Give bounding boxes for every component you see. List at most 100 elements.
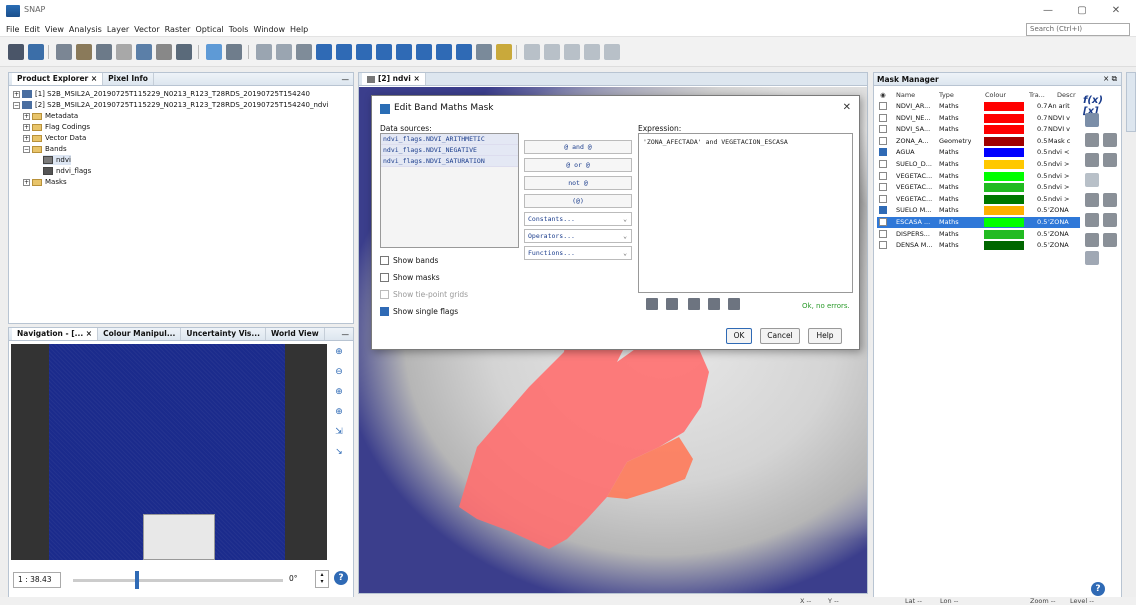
zoom-slider[interactable] <box>73 579 283 582</box>
zoom-slider-thumb[interactable] <box>135 571 139 589</box>
mask-transparency[interactable]: 0.5 <box>1037 183 1047 191</box>
polyline-drawing-icon[interactable] <box>376 44 392 60</box>
mask-transparency[interactable]: 0.7 <box>1037 114 1047 122</box>
zoom-out-icon[interactable]: ⊖ <box>333 366 345 378</box>
mask-visibility-checkbox[interactable] <box>879 160 887 168</box>
mask-colour-swatch[interactable] <box>984 229 1024 239</box>
mask-description[interactable]: ndvi > <box>1048 183 1069 191</box>
navigation-overview[interactable] <box>11 344 327 560</box>
column-description[interactable]: Descr <box>1057 91 1076 99</box>
new-mask-icon[interactable] <box>1085 113 1099 127</box>
transfer-mask-icon[interactable] <box>1085 193 1099 207</box>
menu-vector[interactable]: Vector <box>134 25 160 34</box>
save-expression-icon[interactable] <box>728 298 740 310</box>
mask-colour-swatch[interactable] <box>984 206 1024 216</box>
draw-icon[interactable] <box>496 44 512 60</box>
mask-colour-swatch[interactable] <box>984 125 1024 135</box>
panel-minimize-icon[interactable]: — <box>342 330 350 339</box>
load-expression-icon[interactable] <box>708 298 720 310</box>
intersection-mask-icon[interactable] <box>1103 153 1117 167</box>
mask-transparency[interactable]: 0.5 <box>1037 230 1047 238</box>
band-maths-icon[interactable] <box>56 44 72 60</box>
mask-name[interactable]: VEGETAC... <box>896 172 932 180</box>
mask-description[interactable]: NDVI v <box>1048 114 1070 122</box>
magic-wand-icon[interactable] <box>206 44 222 60</box>
show-masks-checkbox[interactable]: Show masks <box>380 273 440 282</box>
copy-mask-icon[interactable] <box>1085 133 1099 147</box>
clear-expression-icon[interactable] <box>666 298 678 310</box>
column-type[interactable]: Type <box>939 91 954 99</box>
mask-description[interactable]: Mask c <box>1048 137 1070 145</box>
close-icon[interactable]: ✕ <box>843 102 851 113</box>
mask-transparency[interactable]: 0.7 <box>1037 102 1047 110</box>
tree-metadata[interactable]: + Metadata <box>23 111 78 121</box>
edit-mask-icon[interactable] <box>1103 133 1117 147</box>
mask-type[interactable]: Maths <box>939 125 959 133</box>
cancel-button[interactable]: Cancel <box>760 328 800 344</box>
mask-row[interactable]: VEGETAC... Maths 0.5 ndvi > <box>877 171 1080 182</box>
scale-field[interactable]: 1 : 38.43 <box>13 572 61 588</box>
mask-colour-swatch[interactable] <box>984 136 1024 146</box>
mask-visibility-checkbox[interactable] <box>879 218 887 226</box>
menu-window[interactable]: Window <box>253 25 285 34</box>
polygon-drawing-icon[interactable] <box>416 44 432 60</box>
open-product-icon[interactable] <box>8 44 24 60</box>
tree-vector-data[interactable]: + Vector Data <box>23 133 86 143</box>
save-product-icon[interactable] <box>28 44 44 60</box>
parentheses-button[interactable]: (@) <box>524 194 632 208</box>
data-source-item[interactable]: ndvi_flags.NDVI_NEGATIVE <box>381 145 518 156</box>
panel-minimize-icon[interactable]: — <box>342 75 350 84</box>
mask-description[interactable]: NDVI v <box>1048 125 1070 133</box>
or-operator-button[interactable]: @ or @ <box>524 158 632 172</box>
mask-visibility-checkbox[interactable] <box>879 125 887 134</box>
tree-product-2[interactable]: − [2] S2B_MSIL2A_20190725T115229_N0213_R1… <box>13 100 328 110</box>
mask-type[interactable]: Maths <box>939 172 959 180</box>
mask-colour-swatch[interactable] <box>984 241 1024 251</box>
mask-row[interactable]: NDVI_AR... Maths 0.7 An arit <box>877 101 1080 112</box>
mask-row[interactable]: AGUA Maths 0.5 ndvi < <box>877 147 1080 158</box>
mask-layer-icon[interactable] <box>1103 233 1117 247</box>
flags-icon[interactable] <box>226 44 242 60</box>
mask-name[interactable]: ESCASA ... <box>896 218 930 226</box>
mask-transparency[interactable]: 0.5 <box>1037 195 1047 203</box>
tree-band-ndvi[interactable]: ndvi <box>43 155 71 165</box>
help-icon[interactable]: ? <box>1091 582 1105 596</box>
mask-description[interactable]: ndvi > <box>1048 195 1069 203</box>
column-transparency[interactable]: Tra... <box>1029 91 1045 99</box>
mask-transparency[interactable]: 0.5 <box>1037 137 1047 145</box>
column-colour[interactable]: Colour <box>985 91 1006 99</box>
column-name[interactable]: Name <box>896 91 915 99</box>
zoom-pixel-icon[interactable]: ⊕ <box>333 386 345 398</box>
mask-description[interactable]: 'ZONA <box>1048 206 1069 214</box>
mask-visibility-checkbox[interactable] <box>879 183 887 192</box>
magic-wand-mask-icon[interactable] <box>1085 251 1099 265</box>
mask-type[interactable]: Maths <box>939 148 959 156</box>
menu-optical[interactable]: Optical <box>195 25 223 34</box>
mask-transparency[interactable]: 0.7 <box>1037 125 1047 133</box>
zoom-to-mask-icon[interactable] <box>1085 233 1099 247</box>
mask-row[interactable]: ESCASA ... Maths 0.5 'ZONA <box>877 217 1080 228</box>
pin-tool-icon[interactable] <box>316 44 332 60</box>
undo-icon[interactable] <box>688 298 700 310</box>
tile-evenly-icon[interactable] <box>524 44 540 60</box>
mask-type[interactable]: Geometry <box>939 137 971 145</box>
close-window-button[interactable]: ✕ <box>1100 3 1132 19</box>
mask-description[interactable]: 'ZONA <box>1048 241 1069 249</box>
tile-single-icon[interactable] <box>584 44 600 60</box>
line-drawing-icon[interactable] <box>356 44 372 60</box>
mask-colour-swatch[interactable] <box>984 218 1024 227</box>
mask-row[interactable]: NDVI_SA... Maths 0.7 NDVI v <box>877 124 1080 135</box>
data-sources-list[interactable]: ndvi_flags.NDVI_ARITHMETIC ndvi_flags.ND… <box>380 133 519 248</box>
union-mask-icon[interactable] <box>1085 153 1099 167</box>
mask-name[interactable]: NDVI_NE... <box>896 114 931 122</box>
mask-visibility-checkbox[interactable] <box>879 102 887 110</box>
geocoding-icon[interactable] <box>96 44 112 60</box>
gcp-icon[interactable] <box>156 44 172 60</box>
visibility-eye-icon[interactable]: ◉ <box>880 91 886 99</box>
mask-name[interactable]: DISPERS... <box>896 230 930 238</box>
menu-analysis[interactable]: Analysis <box>69 25 102 34</box>
and-operator-button[interactable]: @ and @ <box>524 140 632 154</box>
mask-colour-swatch[interactable] <box>984 148 1024 158</box>
tab-colour-manipulation[interactable]: Colour Manipul... <box>98 328 182 340</box>
constants-dropdown[interactable]: Constants... ⌄ <box>524 212 632 226</box>
